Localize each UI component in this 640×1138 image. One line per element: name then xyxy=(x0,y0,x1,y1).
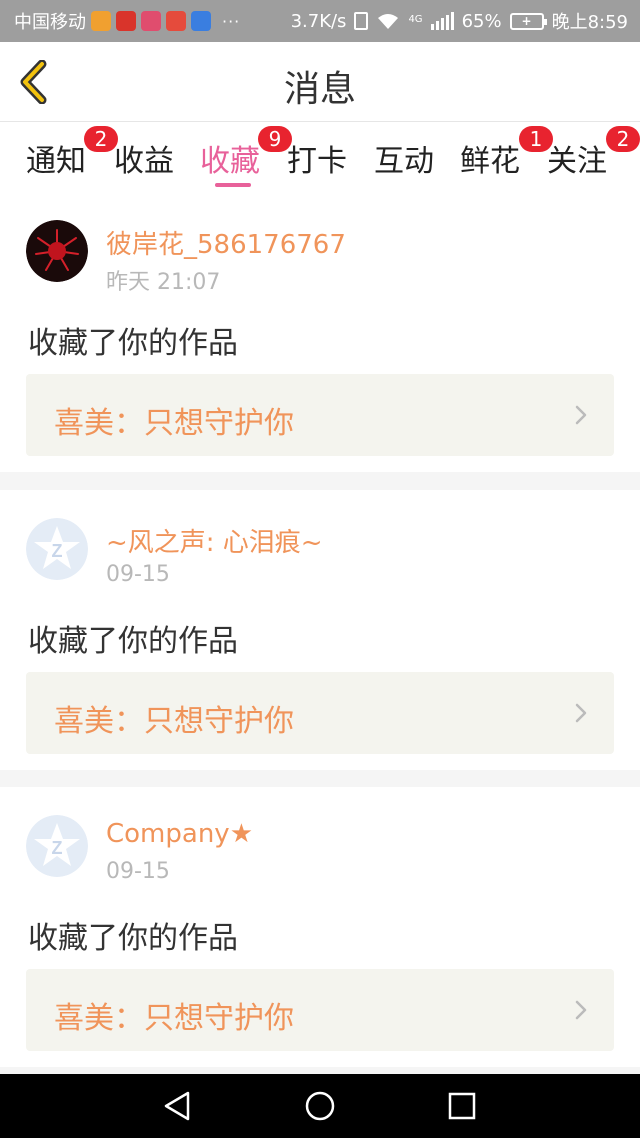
calendar-app-icon xyxy=(166,11,186,31)
tab-bar: 通知 2 收益 收藏 9 打卡 互动 鲜花 1 关注 2 xyxy=(0,122,640,192)
network-type: 4G xyxy=(408,14,423,25)
message-card[interactable]: Z ~风之声: 心泪痕~ 09-15 收藏了你的作品 喜美：只想守护你 xyxy=(0,490,640,770)
svg-text:Z: Z xyxy=(52,541,63,561)
page-title: 消息 xyxy=(283,69,356,110)
tab-label: 收藏 xyxy=(200,144,260,179)
recents-square-icon[interactable] xyxy=(445,1089,479,1123)
work-link[interactable]: 喜美：只想守护你 xyxy=(26,969,614,1051)
tab-label: 打卡 xyxy=(287,144,347,179)
more-notifications-icon: ··· xyxy=(222,11,241,31)
unread-badge: 2 xyxy=(84,126,118,152)
battery-icon: + xyxy=(509,12,547,30)
default-avatar-icon: Z xyxy=(26,518,88,580)
chevron-right-icon xyxy=(575,405,587,425)
weibo-icon xyxy=(116,11,136,31)
avatar[interactable]: Z xyxy=(26,518,88,580)
username[interactable]: ~风之声: 心泪痕~ xyxy=(106,522,323,559)
timestamp: 09-15 xyxy=(106,859,170,884)
timestamp: 09-15 xyxy=(106,562,170,587)
baidu-paw-icon xyxy=(191,11,211,31)
red-flower-avatar-icon xyxy=(26,220,88,282)
message-card[interactable]: Z Company★ 09-15 收藏了你的作品 喜美：只想守护你 xyxy=(0,787,640,1067)
tab-following[interactable]: 关注 2 xyxy=(547,126,640,180)
username[interactable]: Company★ xyxy=(106,819,253,849)
active-tab-indicator xyxy=(215,183,251,187)
tab-flowers[interactable]: 鲜花 1 xyxy=(460,126,553,180)
tab-notifications[interactable]: 通知 2 xyxy=(26,126,118,180)
header: 消息 xyxy=(0,42,640,122)
tab-favorites[interactable]: 收藏 9 xyxy=(200,126,292,180)
meitu-icon xyxy=(141,11,161,31)
video-app-icon xyxy=(91,11,111,31)
work-link[interactable]: 喜美：只想守护你 xyxy=(26,374,614,456)
network-speed: 3.7K/s xyxy=(290,10,347,32)
work-link[interactable]: 喜美：只想守护你 xyxy=(26,672,614,754)
vibrate-icon xyxy=(354,12,369,30)
work-title: 喜美：只想守护你 xyxy=(54,406,294,441)
svg-text:Z: Z xyxy=(52,838,63,858)
chevron-right-icon xyxy=(575,703,587,723)
clock: 晚上8:59 xyxy=(551,12,628,33)
work-title: 喜美：只想守护你 xyxy=(54,704,294,739)
back-triangle-icon[interactable] xyxy=(160,1089,194,1123)
carrier-name: 中国移动 xyxy=(14,12,86,33)
username[interactable]: 彼岸花_586176767 xyxy=(106,224,346,261)
avatar[interactable] xyxy=(26,220,88,282)
wifi-icon xyxy=(378,14,399,29)
tab-label: 通知 xyxy=(26,144,86,179)
timestamp: 昨天 21:07 xyxy=(106,270,221,295)
chevron-right-icon xyxy=(575,1000,587,1020)
tab-label: 鲜花 xyxy=(460,144,520,179)
work-title: 喜美：只想守护你 xyxy=(54,1001,294,1036)
action-text: 收藏了你的作品 xyxy=(28,326,238,361)
default-avatar-icon: Z xyxy=(26,815,88,877)
tab-label: 收益 xyxy=(114,144,174,179)
system-nav-bar xyxy=(0,1074,640,1138)
message-list: 彼岸花_586176767 昨天 21:07 收藏了你的作品 喜美：只想守护你 … xyxy=(0,192,640,1074)
tab-checkin[interactable]: 打卡 xyxy=(287,136,347,180)
tab-interactions[interactable]: 互动 xyxy=(374,136,434,180)
message-card[interactable]: 彼岸花_586176767 昨天 21:07 收藏了你的作品 喜美：只想守护你 xyxy=(0,192,640,472)
home-circle-icon[interactable] xyxy=(303,1089,337,1123)
unread-badge: 2 xyxy=(606,126,640,152)
battery-percent: 65% xyxy=(461,10,502,32)
tab-label: 互动 xyxy=(374,144,434,179)
action-text: 收藏了你的作品 xyxy=(28,624,238,659)
avatar[interactable]: Z xyxy=(26,815,88,877)
signal-icon xyxy=(430,12,454,30)
status-bar: 中国移动 ··· 3.7K/s 4G 65% + 晚上8:59 xyxy=(0,0,640,42)
tab-label: 关注 xyxy=(547,144,607,179)
tab-earnings[interactable]: 收益 xyxy=(114,136,174,180)
action-text: 收藏了你的作品 xyxy=(28,921,238,956)
